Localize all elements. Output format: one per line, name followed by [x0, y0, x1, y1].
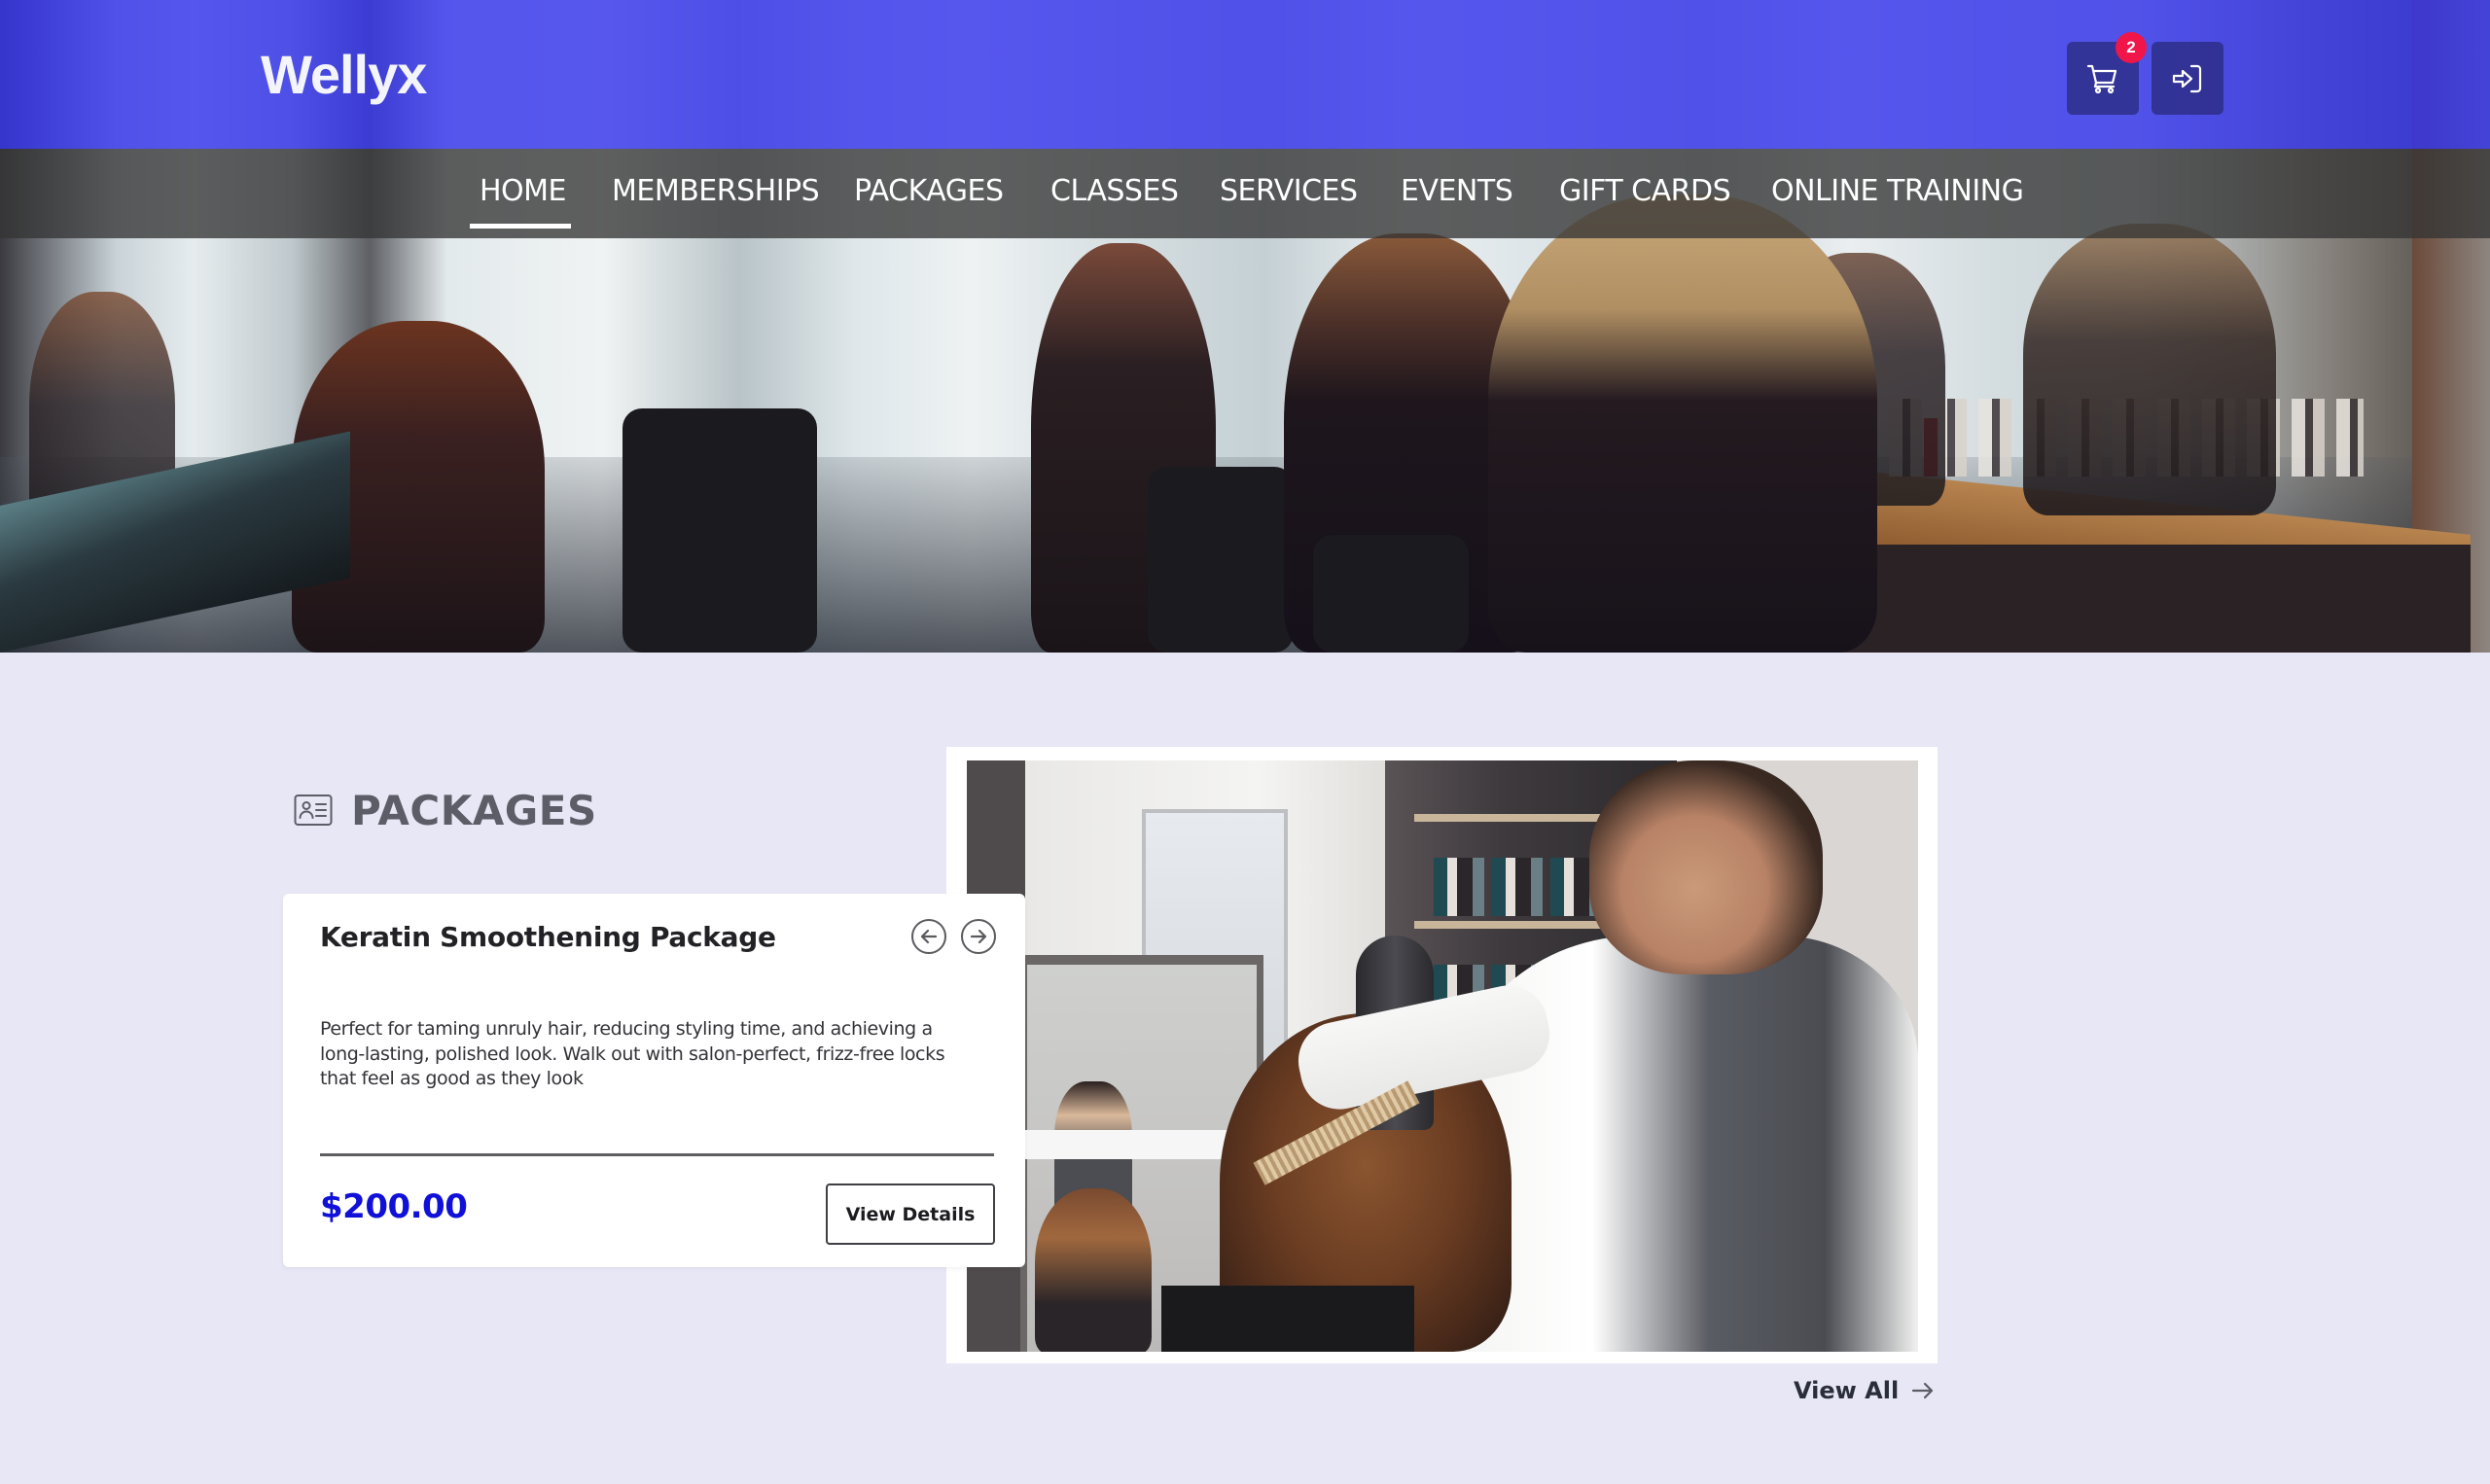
nav-home[interactable]: HOME — [480, 174, 567, 208]
view-details-button[interactable]: View Details — [826, 1184, 995, 1245]
packages-heading-row: PACKAGES — [294, 786, 597, 834]
nav-active-indicator — [470, 224, 571, 229]
next-package-button[interactable] — [961, 919, 996, 954]
main-nav: HOME MEMBERSHIPS PACKAGES CLASSES SERVIC… — [0, 149, 2490, 238]
view-all-link[interactable]: View All — [1794, 1377, 1936, 1404]
nav-classes[interactable]: CLASSES — [1050, 174, 1179, 208]
id-card-icon — [294, 795, 333, 826]
nav-packages[interactable]: PACKAGES — [854, 174, 1004, 208]
cart-count-badge: 2 — [2116, 32, 2147, 63]
arrow-right-icon — [1912, 1382, 1934, 1399]
packages-heading: PACKAGES — [351, 786, 597, 834]
card-divider — [320, 1153, 994, 1156]
prev-package-button[interactable] — [911, 919, 946, 954]
package-title: Keratin Smoothening Package — [320, 921, 776, 953]
login-icon — [2172, 64, 2202, 92]
nav-gift-cards[interactable]: GIFT CARDS — [1559, 174, 1731, 208]
cart-icon — [2086, 64, 2117, 93]
nav-memberships[interactable]: MEMBERSHIPS — [612, 174, 820, 208]
package-description: Perfect for taming unruly hair, reducing… — [320, 1018, 945, 1089]
nav-events[interactable]: EVENTS — [1401, 174, 1513, 208]
logo[interactable]: Wellyx — [261, 43, 427, 106]
nav-services[interactable]: SERVICES — [1220, 174, 1358, 208]
package-price: $200.00 — [320, 1187, 468, 1226]
view-all-label: View All — [1794, 1377, 1900, 1404]
nav-online-training[interactable]: ONLINE TRAINING — [1771, 174, 2024, 208]
package-photo — [967, 760, 1918, 1352]
arrow-left-icon — [920, 929, 938, 944]
login-button[interactable] — [2152, 42, 2223, 115]
package-card: Keratin Smoothening Package Perfect for … — [283, 894, 1025, 1267]
arrow-right-icon — [970, 929, 987, 944]
